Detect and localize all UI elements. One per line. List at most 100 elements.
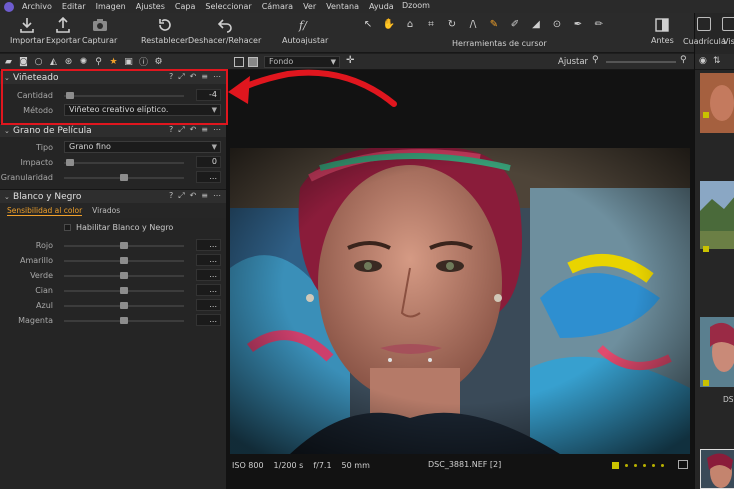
channel-value[interactable]: ... xyxy=(196,254,221,266)
channel-value[interactable]: ... xyxy=(196,314,221,326)
impact-slider[interactable] xyxy=(64,159,184,166)
folder-icon[interactable]: ▰ xyxy=(3,56,14,67)
star-dot-icon[interactable] xyxy=(643,464,646,467)
collapse-chevron-icon[interactable]: ⌄ xyxy=(4,193,13,201)
channel-slider-knob[interactable] xyxy=(120,272,128,279)
spot-icon[interactable]: ⊙ xyxy=(549,16,565,32)
settings-icon[interactable]: ⚙ xyxy=(153,56,164,67)
enable-bw-checkbox[interactable] xyxy=(64,224,71,231)
presets-icon[interactable]: ≡ xyxy=(201,191,208,201)
menu-ajustes[interactable]: Ajustes xyxy=(136,2,165,11)
channel-slider[interactable] xyxy=(64,257,184,264)
film-grain-section-header[interactable]: ⌄ Grano de Película ? ⤢ ↶ ≡ ⋯ xyxy=(0,123,226,137)
photo-preview[interactable] xyxy=(230,148,690,454)
grain-type-dropdown[interactable]: Grano fino ▼ xyxy=(64,141,221,153)
metadata-icon[interactable]: ▣ xyxy=(123,56,134,67)
reset-section-icon[interactable]: ↶ xyxy=(190,191,197,201)
help-icon[interactable]: ? xyxy=(169,191,173,201)
menu-imagen[interactable]: Imagen xyxy=(96,2,126,11)
menu-archivo[interactable]: Archivo xyxy=(22,2,52,11)
grid-button[interactable]: Cuadrícula xyxy=(683,17,726,46)
impact-slider-knob[interactable] xyxy=(66,159,75,166)
undo-redo-button[interactable]: Deshacer/Rehacer xyxy=(188,17,261,45)
channel-slider[interactable] xyxy=(64,287,184,294)
menu-camara[interactable]: Cámara xyxy=(262,2,293,11)
copy-apply-icon[interactable]: ⤢ xyxy=(178,125,184,135)
thumbnail-2[interactable] xyxy=(700,181,734,249)
granularity-value[interactable]: ... xyxy=(196,171,221,183)
zoom-in-icon[interactable]: ⚲ xyxy=(680,55,687,65)
bw-section-header[interactable]: ⌄ Blanco y Negro ? ⤢ ↶ ≡ ⋯ xyxy=(0,189,226,203)
granularity-slider[interactable] xyxy=(64,174,184,181)
channel-value[interactable]: ... xyxy=(196,239,221,251)
tab-toning[interactable]: Virados xyxy=(92,206,120,215)
capture-button[interactable]: Capturar xyxy=(82,17,117,45)
grid-toggle-icon[interactable] xyxy=(678,460,688,469)
reset-button[interactable]: Restablecer xyxy=(141,17,188,45)
gradient-icon[interactable]: ◢ xyxy=(528,16,544,32)
star-dot-icon[interactable] xyxy=(634,464,637,467)
reset-section-icon[interactable]: ↶ xyxy=(190,125,197,135)
star-dot-icon[interactable] xyxy=(625,464,628,467)
autoadjust-button[interactable]: f/ Autoajustar xyxy=(282,17,328,45)
eye-icon[interactable]: ◉ xyxy=(699,56,707,66)
sort-icon[interactable]: ⇅ xyxy=(713,56,721,66)
color-tag-icon[interactable] xyxy=(612,462,619,469)
channel-value[interactable]: ... xyxy=(196,299,221,311)
channel-slider[interactable] xyxy=(64,242,184,249)
zoom-slider[interactable] xyxy=(606,61,676,63)
channel-slider[interactable] xyxy=(64,272,184,279)
menu-ver[interactable]: Ver xyxy=(303,2,316,11)
channel-slider-knob[interactable] xyxy=(120,317,128,324)
before-button[interactable]: Antes xyxy=(651,17,674,45)
circle-icon[interactable]: ○ xyxy=(33,56,44,67)
channel-slider-knob[interactable] xyxy=(120,242,128,249)
channel-slider-knob[interactable] xyxy=(120,302,128,309)
menu-ventana[interactable]: Ventana xyxy=(326,2,359,11)
exposure-icon[interactable]: ◭ xyxy=(48,56,59,67)
view-button[interactable]: Vis xyxy=(722,17,734,46)
export-button[interactable]: Exportar xyxy=(46,17,80,45)
color-icon[interactable]: ⊛ xyxy=(63,56,74,67)
impact-value[interactable]: 0 xyxy=(196,156,221,168)
collapse-chevron-icon[interactable]: ⌄ xyxy=(4,127,13,135)
presets-icon[interactable]: ≡ xyxy=(201,125,208,135)
star-dot-icon[interactable] xyxy=(652,464,655,467)
rating-dots[interactable] xyxy=(612,462,664,469)
more-options-icon[interactable]: ⋯ xyxy=(213,191,221,201)
more-options-icon[interactable]: ⋯ xyxy=(213,125,221,135)
thumbnail-3[interactable] xyxy=(700,317,734,387)
menu-editar[interactable]: Editar xyxy=(62,2,86,11)
star-icon[interactable]: ★ xyxy=(108,56,119,67)
pan-cursor-icon[interactable]: ✋ xyxy=(381,16,397,32)
thumbnail-4-selected[interactable] xyxy=(700,449,734,489)
granularity-slider-knob[interactable] xyxy=(120,174,128,181)
select-cursor-icon[interactable]: ↖ xyxy=(360,16,376,32)
channel-slider-knob[interactable] xyxy=(120,287,128,294)
channel-slider[interactable] xyxy=(64,317,184,324)
rotate-icon[interactable]: ↻ xyxy=(444,16,460,32)
import-button[interactable]: Importar xyxy=(10,17,45,45)
picker-icon[interactable]: ✒ xyxy=(570,16,586,32)
channel-value[interactable]: ... xyxy=(196,269,221,281)
info-icon[interactable]: ⓘ xyxy=(138,56,149,68)
thumbnail-1[interactable] xyxy=(700,73,734,133)
keystone-icon[interactable]: ⌂ xyxy=(402,16,418,32)
crop-icon[interactable]: ⌗ xyxy=(423,16,439,32)
tab-color-sensitivity[interactable]: Sensibilidad al color xyxy=(7,206,83,216)
brush-icon[interactable]: ✎ xyxy=(486,16,502,32)
detail-icon[interactable]: ✺ xyxy=(78,56,89,67)
help-icon[interactable]: ? xyxy=(169,125,173,135)
channel-slider[interactable] xyxy=(64,302,184,309)
annotate-icon[interactable]: ✏ xyxy=(591,16,607,32)
channel-slider-knob[interactable] xyxy=(120,257,128,264)
menu-capa[interactable]: Capa xyxy=(175,2,195,11)
star-dot-icon[interactable] xyxy=(661,464,664,467)
copy-apply-icon[interactable]: ⤢ xyxy=(178,191,184,201)
channel-value[interactable]: ... xyxy=(196,284,221,296)
menu-ayuda[interactable]: Ayuda xyxy=(369,2,394,11)
eraser-icon[interactable]: ✐ xyxy=(507,16,523,32)
camera-icon[interactable]: ◙ xyxy=(18,56,29,67)
fit-label[interactable]: Ajustar xyxy=(558,57,588,67)
lens-icon[interactable]: ⚲ xyxy=(93,56,104,67)
